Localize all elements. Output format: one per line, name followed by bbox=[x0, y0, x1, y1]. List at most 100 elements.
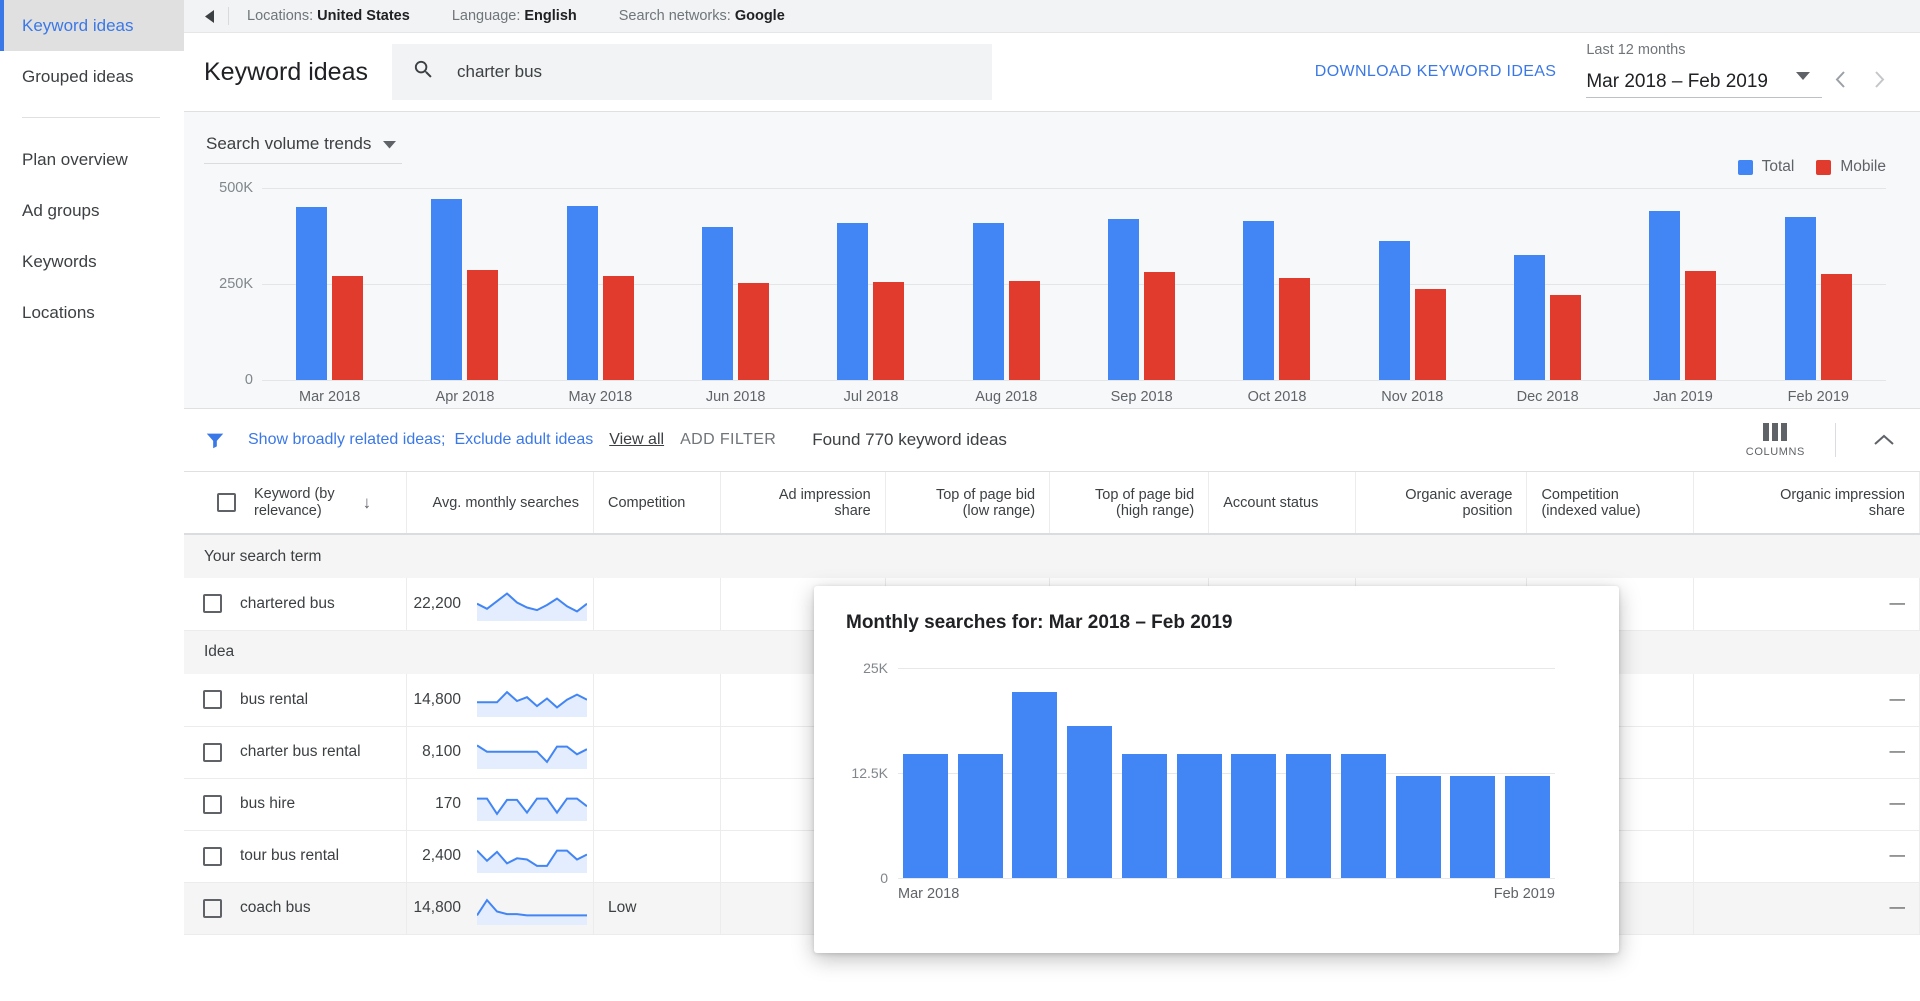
bar-total[interactable] bbox=[1379, 241, 1410, 380]
sparkline-chart[interactable] bbox=[471, 735, 593, 769]
bar-total[interactable] bbox=[1514, 255, 1545, 380]
columns-button[interactable]: COLUMNS bbox=[1746, 423, 1805, 458]
column-header-top-of-page-bid-low[interactable]: Top of page bid (low range) bbox=[885, 472, 1049, 534]
row-checkbox[interactable] bbox=[203, 899, 222, 918]
column-header-organic-impression-share[interactable]: Organic impression share bbox=[1694, 472, 1920, 534]
bar-total[interactable] bbox=[431, 199, 462, 380]
bar[interactable] bbox=[1122, 754, 1167, 878]
sidebar-item-grouped-ideas[interactable]: Grouped ideas bbox=[0, 51, 184, 102]
breadcrumb-language[interactable]: Language: English bbox=[452, 8, 577, 24]
column-header-top-of-page-bid-high[interactable]: Top of page bid (high range) bbox=[1050, 472, 1209, 534]
filter-chip-broadly-related[interactable]: Show broadly related ideas; bbox=[248, 431, 445, 449]
breadcrumb-locations[interactable]: Locations: United States bbox=[247, 8, 410, 24]
add-filter-button[interactable]: ADD FILTER bbox=[680, 431, 776, 449]
bar[interactable] bbox=[1396, 776, 1441, 878]
column-header-competition-indexed[interactable]: Competition (indexed value) bbox=[1527, 472, 1694, 534]
bar-total[interactable] bbox=[837, 223, 868, 380]
bar-group[interactable]: Apr 2018 bbox=[397, 188, 532, 380]
bar[interactable] bbox=[1177, 754, 1222, 878]
column-header-organic-average-position[interactable]: Organic average position bbox=[1355, 472, 1527, 534]
collapse-chart-button[interactable] bbox=[1864, 420, 1904, 460]
view-all-filters-link[interactable]: View all bbox=[609, 431, 664, 449]
collapse-left-icon[interactable] bbox=[198, 5, 220, 27]
bar-group[interactable]: Feb 2019 bbox=[1751, 188, 1886, 380]
sparkline-chart[interactable] bbox=[471, 587, 593, 621]
row-checkbox[interactable] bbox=[203, 690, 222, 709]
bar-group[interactable]: Jun 2018 bbox=[668, 188, 803, 380]
legend-item-total[interactable]: Total bbox=[1738, 158, 1795, 176]
row-checkbox[interactable] bbox=[203, 743, 222, 762]
sparkline-chart[interactable] bbox=[471, 787, 593, 821]
bar-mobile[interactable] bbox=[1685, 271, 1716, 380]
row-checkbox[interactable] bbox=[203, 847, 222, 866]
sidebar-item-keywords[interactable]: Keywords bbox=[0, 236, 184, 287]
bar-group[interactable]: Aug 2018 bbox=[939, 188, 1074, 380]
column-header-avg-monthly-searches[interactable]: Avg. monthly searches bbox=[407, 472, 594, 534]
search-input[interactable]: charter bus bbox=[392, 44, 992, 100]
bar-mobile[interactable] bbox=[1550, 295, 1581, 380]
column-header-account-status[interactable]: Account status bbox=[1209, 472, 1355, 534]
row-checkbox-cell[interactable] bbox=[184, 899, 240, 918]
bar-mobile[interactable] bbox=[1821, 274, 1852, 380]
sidebar-item-keyword-ideas[interactable]: Keyword ideas bbox=[0, 0, 184, 51]
bar-total[interactable] bbox=[296, 207, 327, 380]
sort-descending-icon[interactable]: ↓ bbox=[363, 493, 372, 513]
bar-mobile[interactable] bbox=[873, 282, 904, 380]
select-all-checkbox-cell[interactable] bbox=[198, 493, 254, 512]
bar-total[interactable] bbox=[1108, 219, 1139, 380]
row-checkbox-cell[interactable] bbox=[184, 847, 240, 866]
bar-group[interactable]: Nov 2018 bbox=[1345, 188, 1480, 380]
sidebar-item-locations[interactable]: Locations bbox=[0, 287, 184, 338]
sidebar-item-ad-groups[interactable]: Ad groups bbox=[0, 185, 184, 236]
sparkline-chart[interactable] bbox=[471, 891, 593, 925]
bar-total[interactable] bbox=[567, 206, 598, 380]
row-checkbox-cell[interactable] bbox=[184, 743, 240, 762]
row-checkbox-cell[interactable] bbox=[184, 594, 240, 613]
next-period-button[interactable] bbox=[1860, 60, 1898, 98]
bar-mobile[interactable] bbox=[603, 276, 634, 380]
bar-total[interactable] bbox=[1649, 211, 1680, 380]
row-checkbox[interactable] bbox=[203, 594, 222, 613]
bar[interactable] bbox=[903, 754, 948, 878]
row-checkbox-cell[interactable] bbox=[184, 795, 240, 814]
row-checkbox-cell[interactable] bbox=[184, 690, 240, 709]
date-range-value[interactable]: Mar 2018 – Feb 2019 bbox=[1586, 71, 1822, 98]
filter-chip-exclude-adult[interactable]: Exclude adult ideas bbox=[454, 431, 593, 449]
bar-mobile[interactable] bbox=[1415, 289, 1446, 380]
breadcrumb-networks[interactable]: Search networks: Google bbox=[619, 8, 785, 24]
sparkline-chart[interactable] bbox=[471, 683, 593, 717]
select-all-checkbox[interactable] bbox=[217, 493, 236, 512]
trend-metric-select[interactable]: Search volume trends bbox=[204, 134, 402, 164]
bar[interactable] bbox=[1067, 726, 1112, 878]
bar-group[interactable]: Dec 2018 bbox=[1480, 188, 1615, 380]
bar-mobile[interactable] bbox=[1279, 278, 1310, 380]
bar[interactable] bbox=[1231, 754, 1276, 878]
column-header-competition[interactable]: Competition bbox=[593, 472, 720, 534]
bar[interactable] bbox=[1450, 776, 1495, 878]
bar[interactable] bbox=[958, 754, 1003, 878]
bar-group[interactable]: May 2018 bbox=[533, 188, 668, 380]
bar[interactable] bbox=[1012, 692, 1057, 878]
bar-mobile[interactable] bbox=[1009, 281, 1040, 380]
previous-period-button[interactable] bbox=[1822, 60, 1860, 98]
sidebar-item-plan-overview[interactable]: Plan overview bbox=[0, 134, 184, 185]
bar-total[interactable] bbox=[702, 227, 733, 380]
bar-total[interactable] bbox=[1785, 217, 1816, 380]
download-keyword-ideas-button[interactable]: DOWNLOAD KEYWORD IDEAS bbox=[1315, 63, 1557, 81]
bar-group[interactable]: Jan 2019 bbox=[1615, 188, 1750, 380]
bar-mobile[interactable] bbox=[467, 270, 498, 380]
column-header-keyword[interactable]: Keyword (by relevance) ↓ bbox=[184, 472, 407, 534]
legend-item-mobile[interactable]: Mobile bbox=[1816, 158, 1886, 176]
bar-mobile[interactable] bbox=[1144, 272, 1175, 380]
bar-mobile[interactable] bbox=[738, 283, 769, 380]
row-checkbox[interactable] bbox=[203, 795, 222, 814]
sparkline-chart[interactable] bbox=[471, 839, 593, 873]
bar-group[interactable]: Oct 2018 bbox=[1209, 188, 1344, 380]
bar-mobile[interactable] bbox=[332, 276, 363, 380]
filter-icon[interactable] bbox=[204, 429, 226, 451]
bar[interactable] bbox=[1286, 754, 1331, 878]
bar[interactable] bbox=[1505, 776, 1550, 878]
bar-group[interactable]: Sep 2018 bbox=[1074, 188, 1209, 380]
bar-group[interactable]: Mar 2018 bbox=[262, 188, 397, 380]
bar-group[interactable]: Jul 2018 bbox=[803, 188, 938, 380]
